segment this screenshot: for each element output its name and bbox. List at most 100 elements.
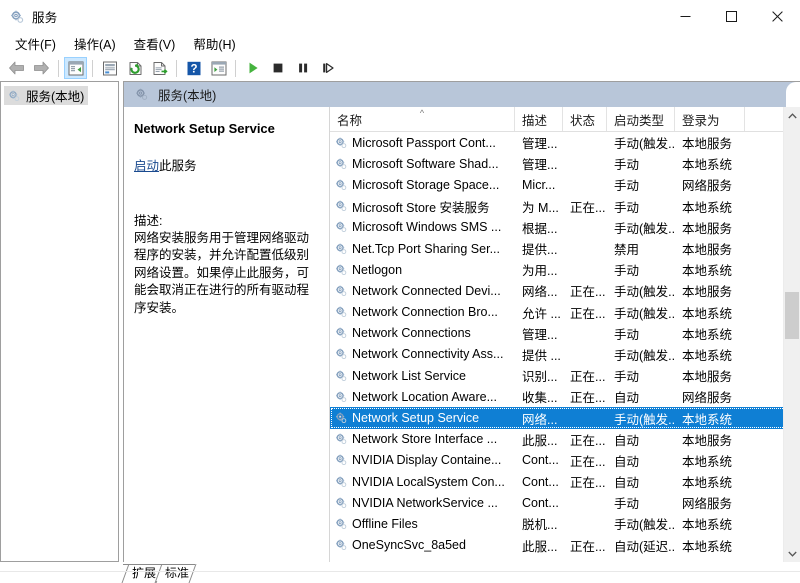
pane-header-corner <box>786 82 800 107</box>
menu-help[interactable]: 帮助(H) <box>184 32 244 56</box>
cell-status: 正在... <box>563 366 607 385</box>
table-row[interactable]: Network Connected Devi...网络...正在...手动(触发… <box>330 280 800 301</box>
scrollbar-thumb[interactable] <box>785 292 799 338</box>
table-row[interactable]: OneSyncSvc_8a5ed此服...正在...自动(延迟...本地系统 <box>330 535 800 556</box>
cell-service-name: Network Store Interface ... <box>330 432 515 446</box>
cell-service-name: Network Connection Bro... <box>330 305 515 319</box>
cell-status: 正在... <box>563 472 607 491</box>
table-row[interactable]: Network Setup Service网络...手动(触发...本地系统 <box>330 407 800 428</box>
scroll-up-arrow-icon[interactable] <box>784 107 800 124</box>
service-name-text: NVIDIA NetworkService ... <box>352 496 498 510</box>
table-row[interactable]: Network Connection Bro...允许 ...正在...手动(触… <box>330 302 800 323</box>
table-row[interactable]: NVIDIA NetworkService ...Cont...手动网络服务 <box>330 492 800 513</box>
cell-log-on-as: 本地系统 <box>675 197 745 216</box>
pause-service-button[interactable] <box>291 57 314 79</box>
maximize-button[interactable] <box>708 0 754 32</box>
column-header-status[interactable]: 状态 <box>563 107 607 131</box>
stop-service-button[interactable] <box>266 57 289 79</box>
vertical-scrollbar[interactable] <box>783 107 800 562</box>
cell-service-name: OneSyncSvc_8a5ed <box>330 538 515 552</box>
table-row[interactable]: Network Connectivity Ass...提供 ...手动(触发..… <box>330 344 800 365</box>
cell-log-on-as: 本地系统 <box>675 345 745 364</box>
cell-startup-type: 手动 <box>607 493 675 512</box>
tab-standard[interactable]: 标准 <box>156 564 195 581</box>
list-header-row: 名称 ^ 描述 状态 启动类型 登录为 <box>330 107 800 132</box>
refresh-button[interactable] <box>123 57 146 79</box>
service-name-text: Microsoft Software Shad... <box>352 157 499 171</box>
service-gear-icon <box>334 136 348 150</box>
cell-description: 管理... <box>515 324 563 343</box>
table-row[interactable]: Offline Files脱机...手动(触发...本地系统 <box>330 513 800 534</box>
back-button[interactable] <box>5 57 28 79</box>
table-row[interactable]: NVIDIA LocalSystem Con...Cont...正在...自动本… <box>330 471 800 492</box>
column-header-startup-type[interactable]: 启动类型 <box>607 107 675 131</box>
description-label: 描述: <box>134 210 315 229</box>
cell-startup-type: 手动(触发... <box>607 409 675 428</box>
show-hide-console-tree-button[interactable] <box>64 57 87 79</box>
show-action-pane-button[interactable] <box>207 57 230 79</box>
scroll-down-arrow-icon[interactable] <box>784 545 800 562</box>
column-header-description-label: 描述 <box>522 110 547 129</box>
menu-action[interactable]: 操作(A) <box>65 32 125 56</box>
cell-description: 网络... <box>515 281 563 300</box>
cell-log-on-as: 本地服务 <box>675 218 745 237</box>
service-gear-icon <box>334 178 348 192</box>
forward-button[interactable] <box>30 57 53 79</box>
table-row[interactable]: Microsoft Windows SMS ...根据...手动(触发...本地… <box>330 217 800 238</box>
column-header-log-on-as-label: 登录为 <box>682 110 720 129</box>
results-pane: 服务(本地) Network Setup Service 启动此服务 描述: 网… <box>123 81 800 562</box>
services-gear-icon <box>9 9 25 25</box>
column-header-description[interactable]: 描述 <box>515 107 563 131</box>
service-name-text: Net.Tcp Port Sharing Ser... <box>352 242 500 256</box>
toolbar-separator-1 <box>58 60 59 77</box>
cell-log-on-as: 本地服务 <box>675 366 745 385</box>
menu-view[interactable]: 查看(V) <box>125 32 185 56</box>
svg-text:?: ? <box>190 63 197 75</box>
cell-description: 为 M... <box>515 197 563 216</box>
export-list-button[interactable] <box>148 57 171 79</box>
properties-button[interactable] <box>98 57 121 79</box>
menu-file[interactable]: 文件(F) <box>6 32 65 56</box>
cell-service-name: NVIDIA NetworkService ... <box>330 496 515 510</box>
service-action-suffix: 此服务 <box>159 159 197 173</box>
column-header-log-on-as[interactable]: 登录为 <box>675 107 745 131</box>
table-row[interactable]: NVIDIA Display Containe...Cont...正在...自动… <box>330 450 800 471</box>
service-name-text: Microsoft Storage Space... <box>352 178 499 192</box>
table-row[interactable]: Microsoft Store 安装服务为 M...正在...手动本地系统 <box>330 196 800 217</box>
cell-description: 管理... <box>515 154 563 173</box>
menu-bar: 文件(F) 操作(A) 查看(V) 帮助(H) <box>0 32 800 55</box>
cell-description: Cont... <box>515 496 563 510</box>
table-row[interactable]: Network Connections管理...手动本地系统 <box>330 323 800 344</box>
results-pane-header: 服务(本地) <box>124 82 800 107</box>
cell-service-name: Network List Service <box>330 369 515 383</box>
column-header-name[interactable]: 名称 ^ <box>330 107 515 131</box>
cell-status: 正在... <box>563 387 607 406</box>
scrollbar-track[interactable] <box>784 124 800 545</box>
tree-node-services-local[interactable]: 服务(本地) <box>4 86 88 105</box>
service-name-text: Netlogon <box>352 263 402 277</box>
table-row[interactable]: Microsoft Storage Space...Micr...手动网络服务 <box>330 174 800 195</box>
column-header-name-label: 名称 <box>337 110 362 129</box>
table-row[interactable]: Net.Tcp Port Sharing Ser...提供...禁用本地服务 <box>330 238 800 259</box>
close-button[interactable] <box>754 0 800 32</box>
restart-service-button[interactable] <box>316 57 339 79</box>
table-row[interactable]: Microsoft Passport Cont...管理...手动(触发...本… <box>330 132 800 153</box>
cell-service-name: Network Location Aware... <box>330 390 515 404</box>
table-row[interactable]: Netlogon为用...手动本地系统 <box>330 259 800 280</box>
table-row[interactable]: Network Store Interface ...此服...正在...自动本… <box>330 429 800 450</box>
help-button[interactable]: ? <box>182 57 205 79</box>
start-service-button[interactable] <box>241 57 264 79</box>
cell-log-on-as: 本地系统 <box>675 472 745 491</box>
cell-description: 网络... <box>515 409 563 428</box>
cell-startup-type: 手动 <box>607 197 675 216</box>
service-action-line: 启动此服务 <box>134 158 315 174</box>
minimize-button[interactable] <box>662 0 708 32</box>
start-service-link[interactable]: 启动 <box>134 159 159 173</box>
cell-startup-type: 手动(触发... <box>607 514 675 533</box>
cell-service-name: Network Connected Devi... <box>330 284 515 298</box>
service-name-text: Network Setup Service <box>352 411 479 425</box>
table-row[interactable]: Network Location Aware...收集...正在...自动网络服… <box>330 386 800 407</box>
table-row[interactable]: Microsoft Software Shad...管理...手动本地系统 <box>330 153 800 174</box>
table-row[interactable]: Network List Service识别...正在...手动本地服务 <box>330 365 800 386</box>
service-name-text: Network Connectivity Ass... <box>352 347 503 361</box>
